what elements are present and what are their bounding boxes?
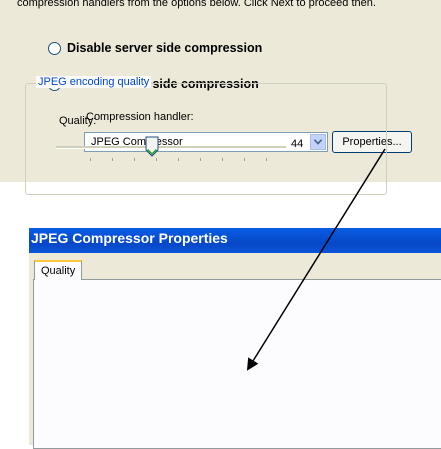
annotation-arrow-icon [246, 148, 386, 371]
